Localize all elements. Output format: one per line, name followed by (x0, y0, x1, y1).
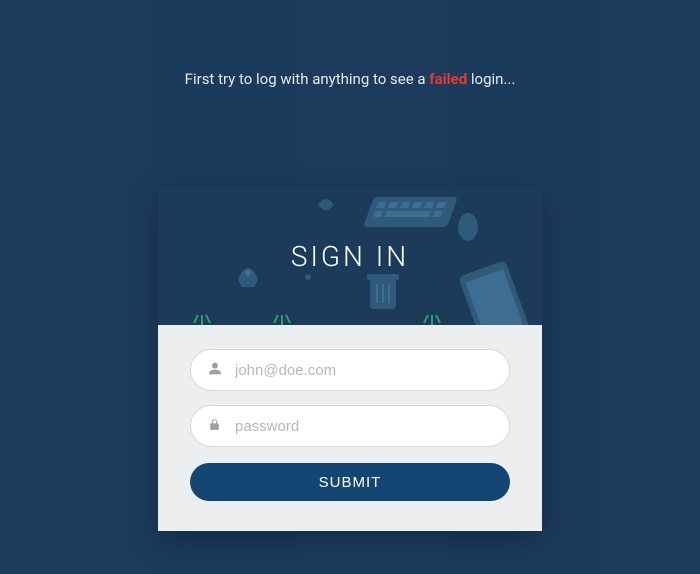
hint-text: First try to log with anything to see a … (0, 70, 700, 88)
card-body: SUBMIT (158, 325, 542, 531)
password-input[interactable] (190, 405, 510, 447)
card-header: SIGN IN (158, 187, 542, 325)
email-input[interactable] (190, 349, 510, 391)
signin-card: SIGN IN SUBMIT (158, 187, 542, 531)
password-row (190, 405, 510, 447)
email-row (190, 349, 510, 391)
submit-button[interactable]: SUBMIT (190, 463, 510, 501)
page: First try to log with anything to see a … (0, 0, 700, 574)
hint-highlight: failed (429, 70, 467, 88)
card-title: SIGN IN (291, 240, 409, 273)
hint-suffix: login... (467, 70, 515, 88)
hint-prefix: First try to log with anything to see a (185, 70, 430, 88)
